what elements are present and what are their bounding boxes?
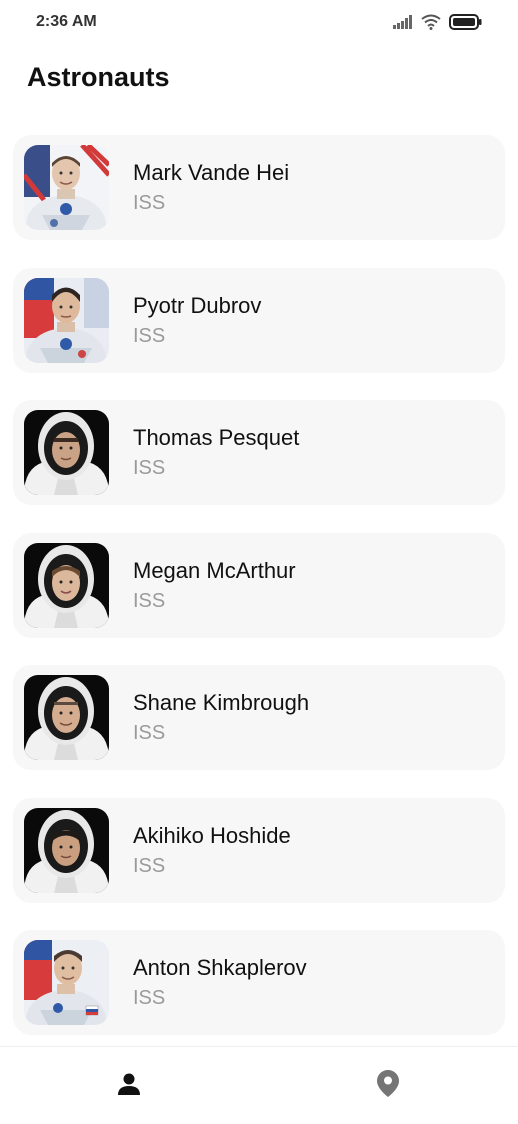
astronaut-craft: ISS (133, 589, 166, 612)
astronaut-card[interactable]: Anton Shkaplerov ISS (13, 930, 505, 1035)
nav-location-tab[interactable] (358, 1061, 418, 1111)
astronaut-craft: ISS (133, 722, 166, 744)
astronaut-name: Thomas Pesquet (133, 425, 300, 450)
person-icon (117, 1073, 141, 1100)
nav-astronauts-tab[interactable] (99, 1061, 159, 1111)
astronaut-photo (24, 410, 109, 495)
page-title: Astronauts (27, 62, 170, 92)
astronaut-list: Mark Vande Hei ISS Pyotr Dubrov ISS Thom… (13, 135, 505, 1063)
astronaut-name: Pyotr Dubrov (133, 292, 262, 318)
astronaut-craft: ISS (133, 324, 166, 347)
astronaut-craft: ISS (133, 854, 166, 877)
astronaut-name: Akihiko Hoshide (133, 822, 291, 848)
astronaut-card[interactable]: Shane Kimbrough ISS (13, 665, 505, 770)
astronaut-name: Mark Vande Hei (133, 160, 290, 185)
astronaut-card[interactable]: Megan McArthur ISS (13, 532, 505, 638)
astronaut-name: Anton Shkaplerov (133, 955, 307, 980)
status-icons (393, 14, 482, 35)
astronaut-photo (24, 542, 109, 628)
astronaut-craft: ISS (133, 192, 166, 214)
astronaut-card[interactable]: Akihiko Hoshide ISS (13, 797, 505, 903)
astronaut-card[interactable]: Mark Vande Hei ISS (13, 135, 505, 240)
astronaut-craft: ISS (133, 987, 166, 1009)
status-bar: 2:36 AM (0, 0, 518, 46)
bottom-navigation (0, 1046, 518, 1124)
astronaut-photo (24, 807, 109, 893)
astronaut-photo (24, 675, 109, 760)
astronaut-card[interactable]: Pyotr Dubrov ISS (13, 267, 505, 373)
astronaut-name: Shane Kimbrough (133, 690, 310, 715)
astronaut-photo (24, 940, 109, 1025)
battery-icon (449, 14, 482, 35)
wifi-icon (421, 14, 441, 35)
astronaut-card[interactable]: Thomas Pesquet ISS (13, 400, 505, 505)
astronaut-photo (24, 145, 109, 230)
astronaut-craft: ISS (133, 457, 166, 479)
astronaut-photo (24, 277, 109, 363)
location-pin-icon (377, 1070, 399, 1102)
status-time: 2:36 AM (36, 13, 97, 30)
signal-icon (393, 15, 413, 34)
astronaut-name: Megan McArthur (133, 557, 296, 583)
